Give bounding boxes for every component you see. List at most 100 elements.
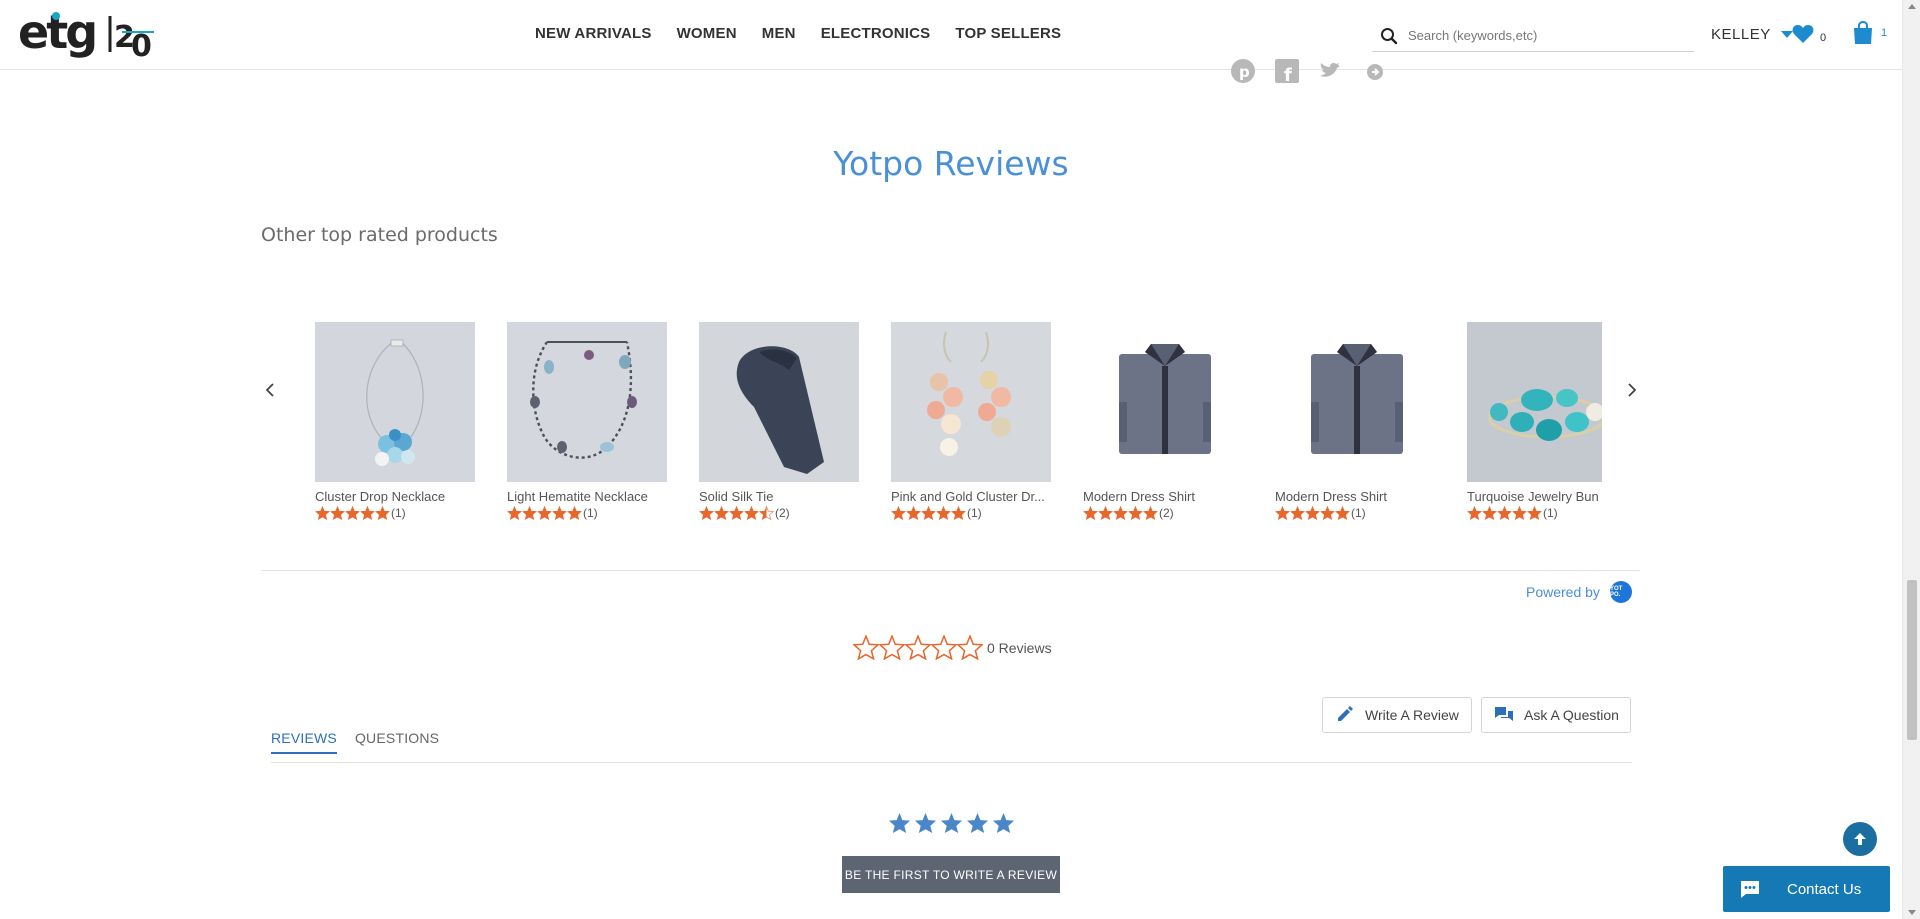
heart-icon[interactable] xyxy=(1792,24,1814,44)
product-card[interactable]: Solid Silk Tie (2) xyxy=(699,322,859,520)
review-count: (2) xyxy=(775,506,790,520)
nav-top-sellers[interactable]: TOP SELLERS xyxy=(955,25,1061,42)
write-review-label: Write A Review xyxy=(1365,707,1459,723)
star-icon xyxy=(1083,506,1098,520)
cart-count: 1 xyxy=(1881,27,1888,39)
product-name[interactable]: Turquoise Jewelry Bun xyxy=(1467,489,1602,504)
pinterest-icon[interactable]: p xyxy=(1230,58,1256,84)
svg-text:p: p xyxy=(1239,63,1250,81)
product-image[interactable] xyxy=(1275,322,1435,482)
yotpo-logo-icon[interactable]: YOT PO. xyxy=(1609,581,1632,603)
nav-electronics[interactable]: ELECTRONICS xyxy=(821,25,931,42)
scroll-down-arrow[interactable] xyxy=(1908,910,1916,915)
arrow-up-icon xyxy=(1854,833,1866,845)
page-scrollbar[interactable] xyxy=(1902,0,1920,919)
product-name[interactable]: Light Hematite Necklace xyxy=(507,489,667,504)
product-name[interactable]: Cluster Drop Necklace xyxy=(315,489,475,504)
nav-new-arrivals[interactable]: NEW ARRIVALS xyxy=(535,25,652,42)
search-input[interactable] xyxy=(1408,28,1688,43)
star-icon xyxy=(699,506,714,520)
product-image[interactable] xyxy=(507,322,667,482)
scroll-thumb[interactable] xyxy=(1907,580,1917,740)
chevron-down-icon[interactable] xyxy=(1780,30,1793,39)
tabs-underline xyxy=(271,762,1632,763)
tab-reviews[interactable]: REVIEWS xyxy=(271,730,337,754)
site-header: etg 2 0 NEW ARRIVALS WOMEN MEN ELECTRONI… xyxy=(0,0,1902,70)
product-image[interactable] xyxy=(1467,322,1602,482)
product-name[interactable]: Modern Dress Shirt xyxy=(1083,489,1243,504)
empty-stars xyxy=(853,635,983,660)
product-image[interactable] xyxy=(315,322,475,482)
product-name[interactable]: Modern Dress Shirt xyxy=(1275,489,1435,504)
product-image[interactable] xyxy=(1083,322,1243,482)
star-icon[interactable] xyxy=(966,812,989,834)
write-review-button[interactable]: Write A Review xyxy=(1322,697,1472,733)
chevron-right-icon xyxy=(1628,383,1637,397)
star-icon xyxy=(522,506,537,520)
star-icon xyxy=(360,506,375,520)
scroll-up-arrow[interactable] xyxy=(1908,4,1916,9)
chat-icon xyxy=(1741,881,1759,898)
product-card[interactable]: Turquoise Jewelry Bun (1) xyxy=(1467,322,1602,520)
twitter-icon[interactable] xyxy=(1318,58,1344,84)
star-icon xyxy=(729,506,744,520)
star-icon xyxy=(905,635,931,660)
product-card[interactable]: Cluster Drop Necklace (1) xyxy=(315,322,475,520)
carousel-next-button[interactable] xyxy=(1622,380,1642,400)
product-rating: (1) xyxy=(315,506,475,520)
review-count: (1) xyxy=(583,506,598,520)
etg-logo[interactable]: etg 2 0 xyxy=(18,4,158,66)
nav-men[interactable]: MEN xyxy=(762,25,796,42)
page: etg 2 0 NEW ARRIVALS WOMEN MEN ELECTRONI… xyxy=(0,0,1920,919)
star-icon[interactable] xyxy=(914,812,937,834)
product-name[interactable]: Solid Silk Tie xyxy=(699,489,859,504)
star-icon xyxy=(744,506,759,520)
product-card[interactable]: Light Hematite Necklace (1) xyxy=(507,322,667,520)
product-card[interactable]: Modern Dress Shirt (2) xyxy=(1083,322,1243,520)
star-icon xyxy=(1512,506,1527,520)
facebook-icon[interactable]: f xyxy=(1274,58,1300,86)
star-icon xyxy=(906,506,921,520)
wishlist[interactable]: 0 xyxy=(1792,24,1826,44)
write-review-stars[interactable] xyxy=(888,812,1015,834)
star-icon[interactable] xyxy=(940,812,963,834)
main-nav: NEW ARRIVALS WOMEN MEN ELECTRONICS TOP S… xyxy=(535,25,1061,42)
star-icon xyxy=(375,506,390,520)
product-rating: (1) xyxy=(1275,506,1435,520)
star-icon[interactable] xyxy=(992,812,1015,834)
user-menu[interactable]: KELLEY xyxy=(1711,26,1793,43)
star-icon xyxy=(1482,506,1497,520)
star-icon xyxy=(759,506,774,520)
review-count-text: 0 Reviews xyxy=(987,639,1052,656)
powered-by[interactable]: Powered by YOT PO. xyxy=(1526,581,1632,603)
powered-by-text: Powered by xyxy=(1526,584,1600,600)
search-icon[interactable] xyxy=(1380,27,1398,45)
tab-questions[interactable]: QUESTIONS xyxy=(355,730,439,754)
shopping-bag-icon[interactable] xyxy=(1851,21,1875,45)
svg-text:0: 0 xyxy=(131,29,152,64)
product-rating: (2) xyxy=(699,506,859,520)
ask-question-button[interactable]: Ask A Question xyxy=(1481,697,1631,733)
cart[interactable]: 1 xyxy=(1851,21,1887,45)
star-icon xyxy=(345,506,360,520)
review-tabs: REVIEWS QUESTIONS xyxy=(271,730,439,754)
chevron-left-icon xyxy=(265,383,274,397)
reviews-title: Yotpo Reviews xyxy=(833,144,1069,183)
star-icon xyxy=(931,635,957,660)
product-name[interactable]: Pink and Gold Cluster Dr... xyxy=(891,489,1051,504)
carousel-prev-button[interactable] xyxy=(260,380,280,400)
back-to-top-button[interactable] xyxy=(1843,822,1877,856)
product-image[interactable] xyxy=(891,322,1051,482)
contact-us-button[interactable]: Contact Us xyxy=(1723,866,1890,912)
product-rating: (1) xyxy=(507,506,667,520)
top-rated-carousel: Cluster Drop Necklace (1) Light Hematite… xyxy=(315,322,1602,532)
star-icon xyxy=(1113,506,1128,520)
star-icon[interactable] xyxy=(888,812,911,834)
be-first-review-button[interactable]: BE THE FIRST TO WRITE A REVIEW xyxy=(842,856,1060,893)
product-card[interactable]: Pink and Gold Cluster Dr... (1) xyxy=(891,322,1051,520)
product-image[interactable] xyxy=(699,322,859,482)
wishlist-count: 0 xyxy=(1820,32,1827,44)
nav-women[interactable]: WOMEN xyxy=(677,25,737,42)
product-card[interactable]: Modern Dress Shirt (1) xyxy=(1275,322,1435,520)
link-icon[interactable] xyxy=(1362,58,1388,84)
